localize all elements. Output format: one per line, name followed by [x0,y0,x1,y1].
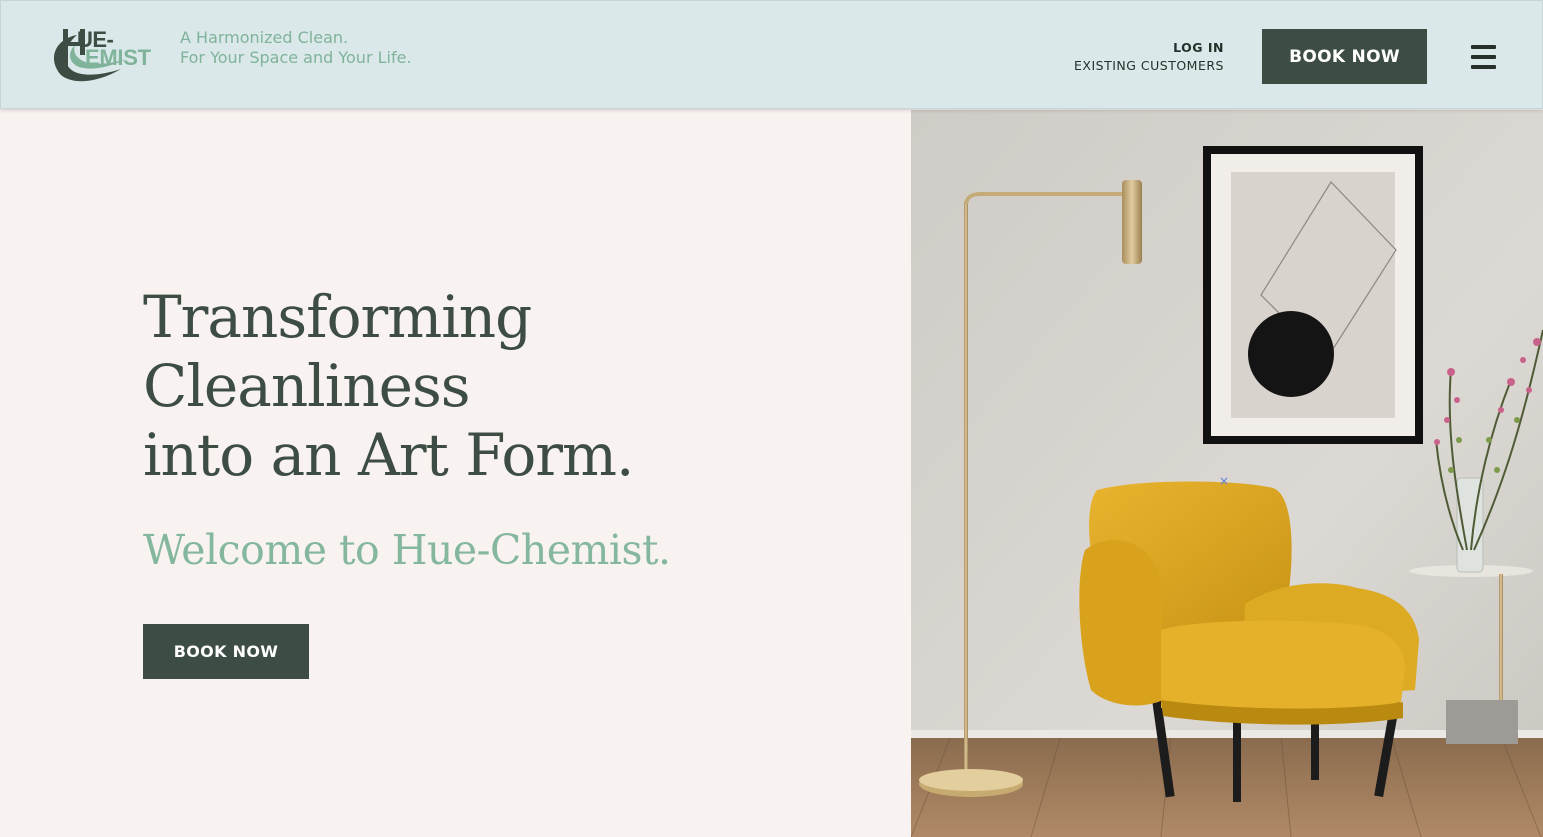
headline-line-1: Transforming [143,283,532,351]
hero-book-now-button[interactable]: BOOK NOW [143,624,309,679]
hero-headline: Transforming Cleanliness into an Art For… [143,283,634,490]
header-book-now-button[interactable]: BOOK NOW [1262,29,1427,84]
login-link[interactable]: LOG IN EXISTING CUSTOMERS [1074,39,1224,75]
hamburger-menu-icon[interactable] [1471,45,1496,69]
headline-line-2: Cleanliness [143,352,471,420]
hue-chemist-logo[interactable]: UE- EMIST [47,25,159,85]
site-header: UE- EMIST A Harmonized Clean. For Your S… [0,0,1543,109]
welcome-heading: Welcome to Hue-Chemist. [143,526,671,574]
logo-text-bottom: EMIST [85,45,151,70]
login-sublabel: EXISTING CUSTOMERS [1073,58,1224,73]
hero-image: × [911,110,1543,837]
login-label: LOG IN [1173,40,1224,55]
tagline-line-2: For Your Space and Your Life. [180,48,412,67]
hero-text-panel: Transforming Cleanliness into an Art For… [0,110,911,837]
tagline-line-1: A Harmonized Clean. [180,28,349,47]
svg-text:×: × [1219,474,1229,488]
headline-line-3: into an Art Form. [143,421,634,489]
brand-tagline: A Harmonized Clean. For Your Space and Y… [180,28,412,68]
armchair-room-illustration: × [911,110,1543,837]
